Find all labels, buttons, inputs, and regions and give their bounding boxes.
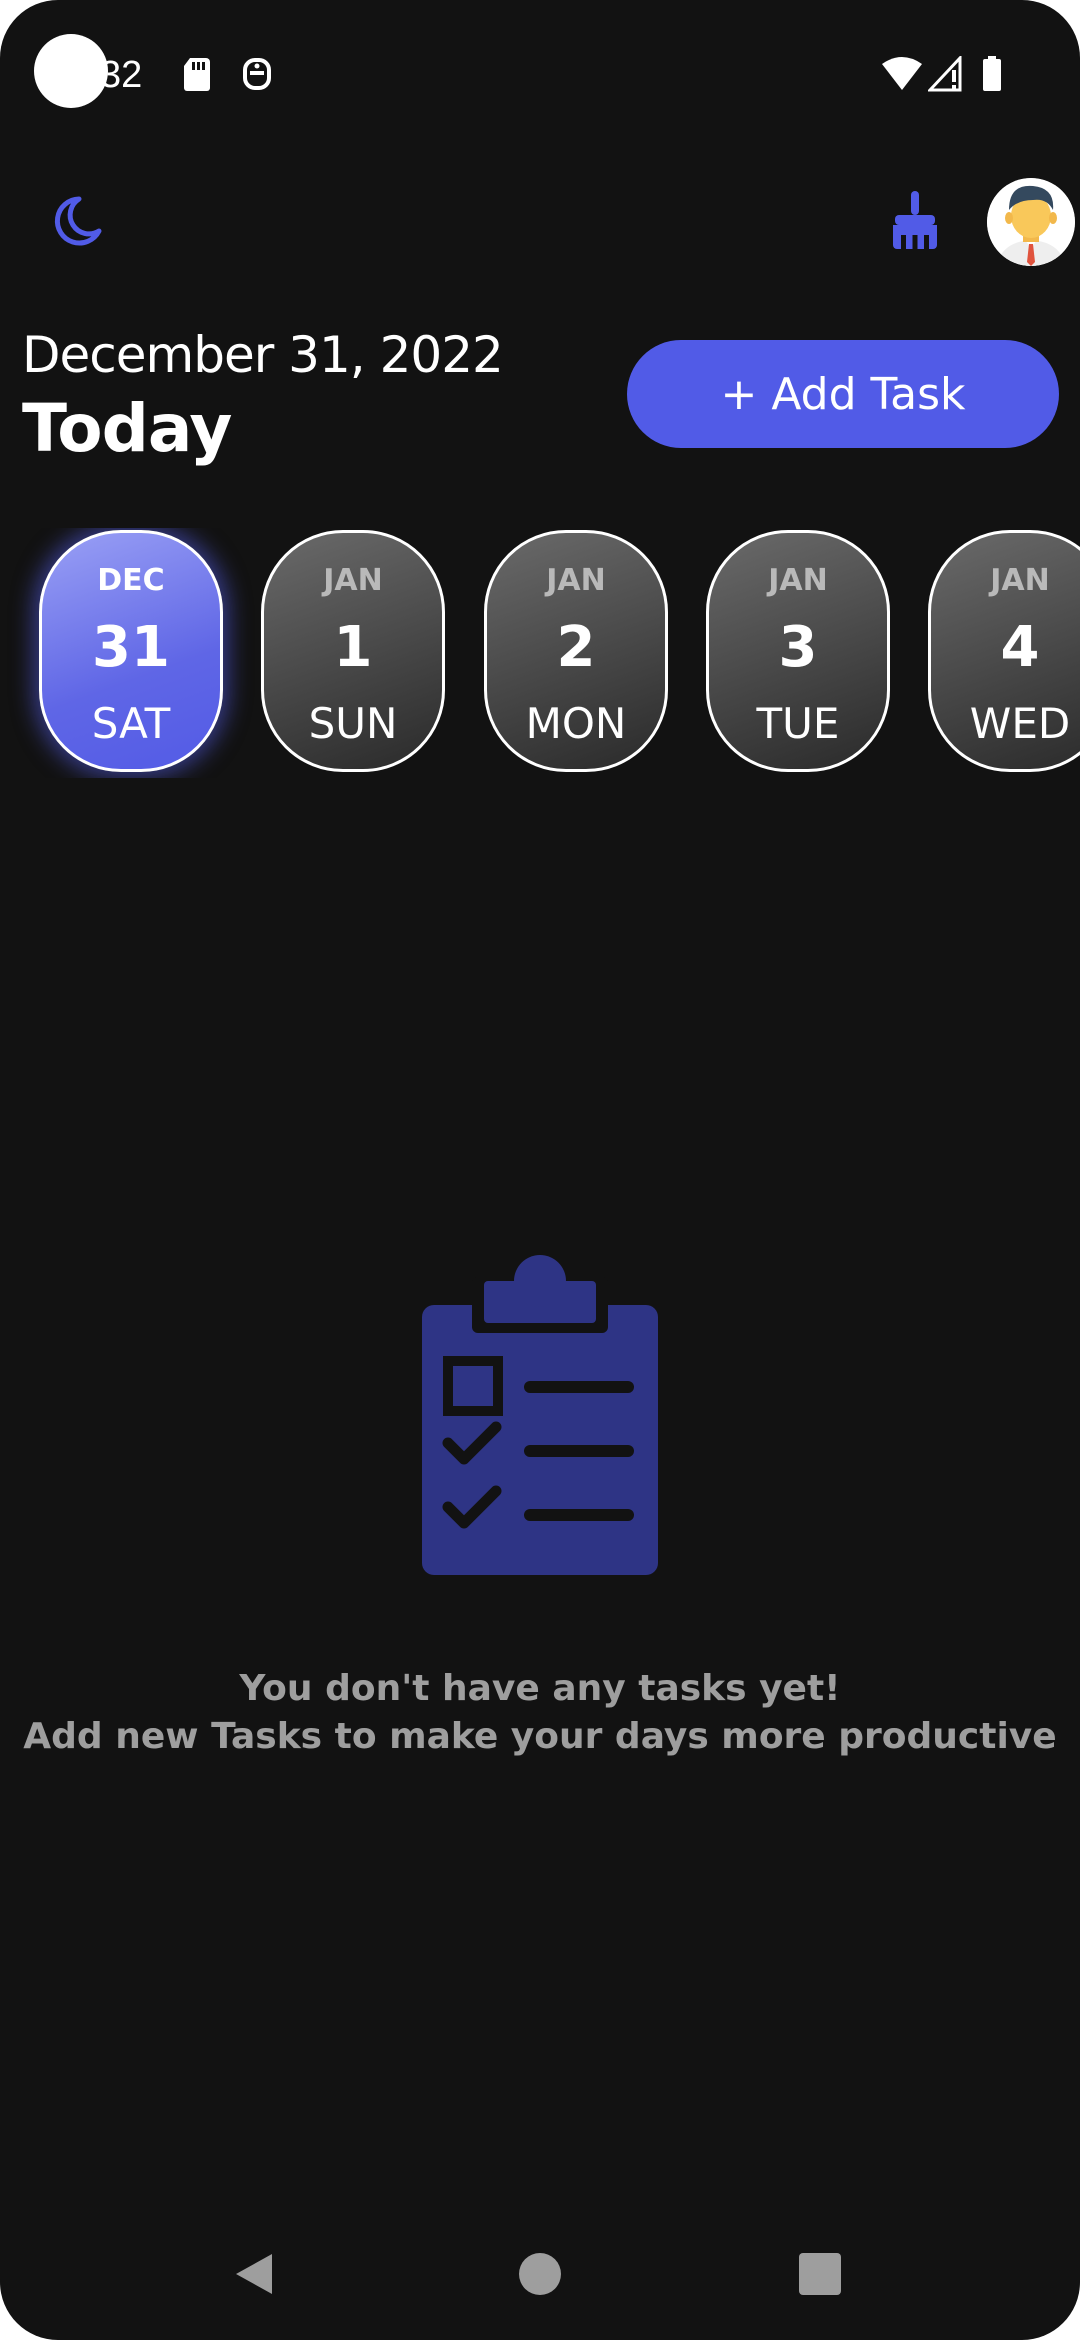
date-card-weekday: WED [969,699,1071,748]
date-card-weekday: SUN [308,699,398,748]
date-card-weekday: SAT [91,699,171,748]
recents-icon [798,2252,842,2301]
date-card[interactable]: JAN 1 SUN [261,530,445,772]
user-avatar[interactable] [987,178,1075,266]
recents-button[interactable] [792,2248,848,2304]
wifi-icon [882,56,922,92]
broom-icon [887,189,943,258]
date-card-month: JAN [990,563,1050,598]
date-card[interactable]: JAN 4 WED [928,530,1080,772]
clipboard-checklist-icon [420,1255,660,1580]
date-card-weekday: TUE [756,699,840,748]
date-card-day: 4 [1000,615,1040,680]
empty-state-title: You don't have any tasks yet! [239,1668,841,1709]
date-card-day: 3 [778,615,818,680]
status-time: 32 [100,54,143,96]
date-card-month: DEC [97,563,165,598]
moon-icon [49,193,105,254]
status-bar: 32 [0,0,1080,150]
home-button[interactable] [512,2248,568,2304]
date-card-weekday: MON [525,699,627,748]
accessibility-icon [241,56,277,92]
empty-state-subtitle: Add new Tasks to make your days more pro… [23,1716,1057,1757]
date-picker-strip: DEC 31 SAT JAN 1 SUN JAN 2 MON JAN 3 TUE… [0,528,1080,778]
date-card-day: 1 [333,615,373,680]
date-card-day: 2 [556,615,596,680]
date-card[interactable]: DEC 31 SAT [39,530,223,772]
back-button[interactable] [226,2248,282,2304]
date-card-month: JAN [546,563,606,598]
app-screen: 32 December 31, 2022 Today + Add Task DE… [0,0,1080,2340]
home-icon [518,2252,562,2301]
sd-card-icon [182,56,218,92]
clear-tasks-button[interactable] [884,190,946,256]
date-card[interactable]: JAN 3 TUE [706,530,890,772]
battery-icon [982,56,1002,92]
camera-cutout [34,34,108,108]
back-icon [232,2250,276,2303]
date-card-month: JAN [768,563,828,598]
signal-icon [926,54,962,92]
date-card-month: JAN [323,563,383,598]
add-task-button[interactable]: + Add Task [627,340,1059,448]
date-card[interactable]: JAN 2 MON [484,530,668,772]
theme-toggle-button[interactable] [44,190,110,256]
current-date: December 31, 2022 [22,326,504,384]
date-card-day: 31 [92,615,170,680]
page-title: Today [22,390,232,467]
